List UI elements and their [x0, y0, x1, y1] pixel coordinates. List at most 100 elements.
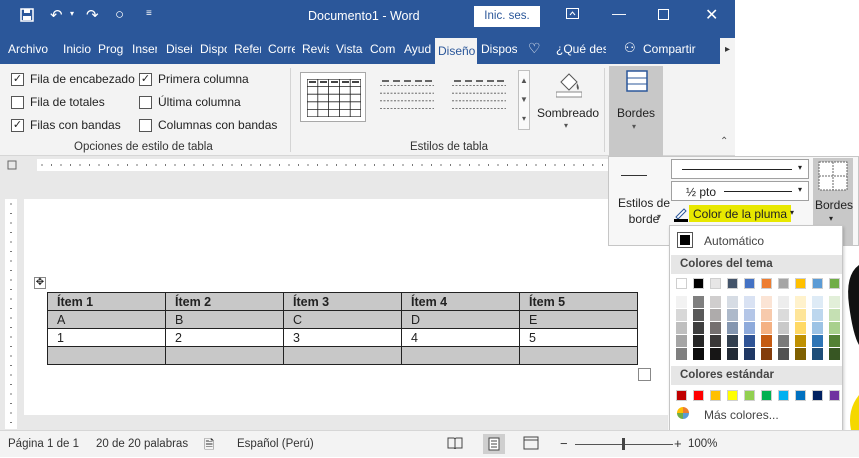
- standard-color-swatch[interactable]: [693, 390, 704, 401]
- collapse-ribbon-icon[interactable]: ⌃: [720, 136, 728, 147]
- tab-correspondencia[interactable]: Corre: [268, 42, 295, 56]
- undo-icon[interactable]: ↶: [50, 6, 63, 24]
- minimize-icon[interactable]: —: [612, 5, 626, 21]
- table-cell[interactable]: 1: [47, 328, 166, 347]
- theme-shade-swatch[interactable]: [795, 309, 806, 321]
- theme-shade-swatch[interactable]: [693, 309, 704, 321]
- theme-shade-swatch[interactable]: [744, 309, 755, 321]
- standard-color-swatch[interactable]: [761, 390, 772, 401]
- checkbox-total-row[interactable]: Fila de totales: [11, 95, 105, 109]
- borders-group-button[interactable]: Bordes ▾: [609, 66, 663, 156]
- tab-archivo[interactable]: Archivo: [8, 42, 54, 56]
- table-cell[interactable]: [47, 346, 166, 365]
- standard-color-swatch[interactable]: [727, 390, 738, 401]
- theme-shade-swatch[interactable]: [693, 335, 704, 347]
- tab-inicio[interactable]: Inicio: [63, 42, 91, 56]
- theme-color-swatch[interactable]: [829, 278, 840, 289]
- maximize-icon[interactable]: [658, 7, 669, 23]
- theme-color-swatch[interactable]: [676, 278, 687, 289]
- save-icon[interactable]: [20, 8, 34, 26]
- automatic-color-option[interactable]: Automático: [704, 234, 764, 248]
- theme-shade-swatch[interactable]: [727, 296, 738, 308]
- theme-shade-swatch[interactable]: [761, 322, 772, 334]
- table-style-banded[interactable]: [446, 72, 512, 122]
- table-cell[interactable]: Ítem 1: [47, 292, 166, 311]
- theme-shade-swatch[interactable]: [693, 296, 704, 308]
- standard-color-swatch[interactable]: [710, 390, 721, 401]
- theme-shade-swatch[interactable]: [812, 335, 823, 347]
- border-styles-dropdown-icon[interactable]: ▾: [657, 212, 661, 221]
- standard-color-swatch[interactable]: [795, 390, 806, 401]
- theme-color-swatch[interactable]: [761, 278, 772, 289]
- tab-revisar[interactable]: Revis: [302, 42, 329, 56]
- theme-shade-swatch[interactable]: [710, 296, 721, 308]
- standard-color-swatch[interactable]: [676, 390, 687, 401]
- lightbulb-icon[interactable]: ♡: [528, 40, 541, 57]
- table-cell[interactable]: E: [519, 310, 638, 329]
- theme-color-swatch[interactable]: [795, 278, 806, 289]
- tab-diseno-tabla[interactable]: Diseño: [435, 38, 477, 64]
- theme-color-swatch[interactable]: [744, 278, 755, 289]
- tab-complementos[interactable]: Com: [370, 42, 397, 56]
- theme-shade-swatch[interactable]: [761, 296, 772, 308]
- customize-qat-icon[interactable]: ≡: [146, 8, 152, 19]
- web-layout-icon[interactable]: [523, 436, 539, 453]
- table-cell[interactable]: D: [401, 310, 520, 329]
- theme-shade-swatch[interactable]: [676, 348, 687, 360]
- theme-shade-swatch[interactable]: [693, 348, 704, 360]
- tab-disposicion-tabla[interactable]: Dispos: [481, 42, 517, 56]
- border-styles-button[interactable]: Estilos de borde: [617, 195, 671, 227]
- theme-shade-swatch[interactable]: [727, 309, 738, 321]
- undo-dropdown-icon[interactable]: ▾: [70, 9, 74, 18]
- table-cell[interactable]: [401, 346, 520, 365]
- theme-shade-swatch[interactable]: [795, 296, 806, 308]
- table-cell[interactable]: Ítem 2: [165, 292, 284, 311]
- shading-button[interactable]: Sombreado: [537, 106, 599, 120]
- line-style-select[interactable]: ▾: [671, 159, 809, 179]
- theme-shade-swatch[interactable]: [829, 309, 840, 321]
- document-table[interactable]: Ítem 1 Ítem 2 Ítem 3 Ítem 4 Ítem 5 A B C…: [47, 292, 638, 365]
- theme-shade-swatch[interactable]: [710, 309, 721, 321]
- table-cell[interactable]: 3: [283, 328, 402, 347]
- table-cell[interactable]: 5: [519, 328, 638, 347]
- theme-shade-swatch[interactable]: [829, 335, 840, 347]
- standard-color-swatch[interactable]: [829, 390, 840, 401]
- theme-shade-swatch[interactable]: [744, 296, 755, 308]
- table-cell[interactable]: C: [283, 310, 402, 329]
- table-cell[interactable]: [165, 346, 284, 365]
- theme-shade-swatch[interactable]: [812, 296, 823, 308]
- zoom-slider-thumb[interactable]: [622, 438, 625, 450]
- tab-vista[interactable]: Vista: [336, 42, 363, 56]
- table-cell[interactable]: 2: [165, 328, 284, 347]
- tab-referencias[interactable]: Refer: [234, 42, 261, 56]
- table-cell[interactable]: Ítem 3: [283, 292, 402, 311]
- theme-shade-swatch[interactable]: [778, 322, 789, 334]
- theme-shade-swatch[interactable]: [829, 348, 840, 360]
- zoom-out-icon[interactable]: −: [560, 436, 568, 451]
- table-move-handle-icon[interactable]: ✥: [34, 277, 46, 289]
- theme-shade-swatch[interactable]: [693, 322, 704, 334]
- word-count[interactable]: 20 de 20 palabras: [96, 438, 188, 450]
- close-icon[interactable]: ✕: [705, 5, 718, 25]
- styles-gallery-scroll[interactable]: ▲ ▼ ▾: [518, 70, 530, 130]
- more-colors-option[interactable]: Más colores...: [704, 408, 779, 422]
- automatic-swatch[interactable]: [677, 232, 693, 248]
- tab-insertar[interactable]: Inser: [132, 42, 157, 56]
- scroll-right-icon[interactable]: ▸: [720, 38, 735, 64]
- horizontal-ruler[interactable]: [0, 156, 608, 174]
- zoom-level[interactable]: 100%: [688, 438, 717, 450]
- shading-icon[interactable]: [555, 70, 583, 101]
- theme-shade-swatch[interactable]: [744, 322, 755, 334]
- theme-shade-swatch[interactable]: [676, 335, 687, 347]
- tab-diseno-doc[interactable]: Diseñ: [166, 42, 192, 56]
- line-weight-select[interactable]: ½ pto ▾: [671, 181, 809, 201]
- theme-shade-swatch[interactable]: [795, 348, 806, 360]
- standard-color-swatch[interactable]: [744, 390, 755, 401]
- checkbox-box[interactable]: [11, 95, 24, 109]
- checkbox-box[interactable]: [139, 118, 152, 132]
- shading-dropdown-icon[interactable]: ▾: [564, 121, 568, 130]
- table-resize-handle[interactable]: [638, 368, 651, 381]
- table-cell[interactable]: Ítem 5: [519, 292, 638, 311]
- theme-color-swatch[interactable]: [727, 278, 738, 289]
- theme-shade-swatch[interactable]: [710, 335, 721, 347]
